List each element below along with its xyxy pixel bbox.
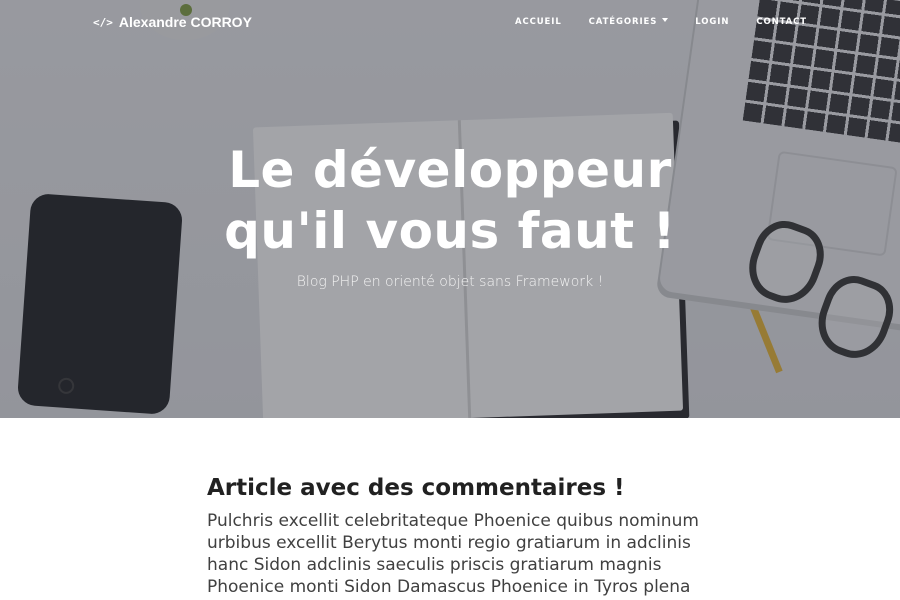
navbar: </> Alexandre CORROY ACCUEIL CATÉGORIES … [0,0,900,44]
brand-name: Alexandre CORROY [118,14,252,30]
nav-links: ACCUEIL CATÉGORIES LOGIN CONTACT [515,17,807,27]
hero-title-line2: qu'il vous faut ! [224,202,676,260]
nav-accueil[interactable]: ACCUEIL [515,17,562,27]
hero-header: </> Alexandre CORROY ACCUEIL CATÉGORIES … [0,0,900,418]
hero-heading-block: Le développeur qu'il vous faut ! Blog PH… [0,140,900,290]
nav-contact[interactable]: CONTACT [756,17,807,27]
nav-categories-dropdown[interactable]: CATÉGORIES [589,17,669,27]
hero-title-line1: Le développeur [228,141,672,199]
code-icon: </> [93,15,113,29]
brand-link[interactable]: </> Alexandre CORROY [93,14,252,30]
caret-down-icon [662,18,669,22]
article-preview: Article avec des commentaires ! Pulchris… [207,474,707,598]
article-title[interactable]: Article avec des commentaires ! [207,474,707,502]
hero-subtitle: Blog PHP en orienté objet sans Framework… [296,274,604,290]
nav-login[interactable]: LOGIN [695,17,729,27]
hero-title: Le développeur qu'il vous faut ! [0,140,900,262]
article-excerpt: Pulchris excellit celebritateque Phoenic… [207,511,699,597]
nav-categories-label: CATÉGORIES [588,17,658,27]
